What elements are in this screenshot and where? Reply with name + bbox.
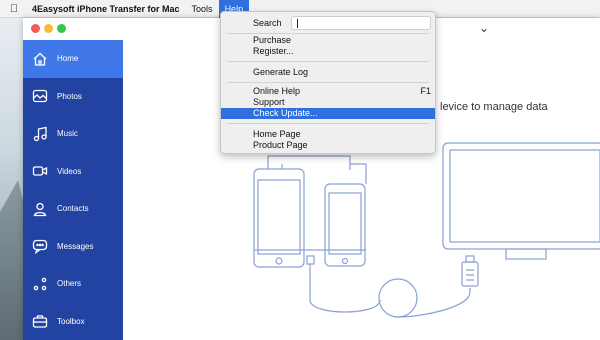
menu-item-product-page[interactable]: Product Page: [221, 140, 435, 151]
sidebar-item-contacts[interactable]: Contacts: [23, 190, 123, 228]
sidebar-item-others[interactable]: Others: [23, 265, 123, 303]
sidebar-item-label: Photos: [57, 91, 82, 101]
sidebar-item-label: Messages: [57, 241, 94, 251]
sidebar-item-photos[interactable]: Photos: [23, 78, 123, 116]
tools-menu[interactable]: Tools: [186, 0, 219, 18]
minimize-window-button[interactable]: [44, 24, 53, 33]
sidebar-item-label: Contacts: [57, 204, 89, 214]
sidebar-item-home[interactable]: Home: [23, 40, 123, 78]
menu-separator: [227, 123, 429, 124]
contacts-icon: [31, 200, 49, 218]
toolbox-icon: [31, 312, 49, 330]
text-caret: [297, 19, 298, 28]
help-search-input[interactable]: [291, 16, 431, 30]
sidebar-item-messages[interactable]: Messages: [23, 228, 123, 266]
sidebar-item-music[interactable]: Music: [23, 115, 123, 153]
home-icon: [31, 50, 49, 68]
sidebar-item-label: Videos: [57, 166, 82, 176]
menu-item-generate-log[interactable]: Generate Log: [221, 67, 435, 78]
close-window-button[interactable]: [31, 24, 40, 33]
menu-item-home-page[interactable]: Home Page: [221, 129, 435, 140]
connect-device-prompt: levice to manage data: [440, 101, 548, 113]
videos-icon: [31, 162, 49, 180]
menu-item-check-update[interactable]: Check Update...: [221, 108, 435, 119]
sidebar-item-label: Toolbox: [57, 316, 85, 326]
sidebar-item-label: Music: [57, 129, 78, 139]
photos-icon: [31, 87, 49, 105]
apple-icon[interactable]: : [4, 3, 24, 15]
menu-separator: [227, 33, 429, 34]
menu-item-online-help[interactable]: Online Help F1: [221, 86, 435, 97]
others-icon: [31, 275, 49, 293]
menu-item-shortcut: F1: [420, 86, 431, 96]
help-search-row: Search: [227, 16, 431, 30]
sidebar-item-videos[interactable]: Videos: [23, 153, 123, 191]
sidebar: Home Photos Music Videos Contacts Messag…: [23, 40, 123, 340]
menu-item-support[interactable]: Support: [221, 97, 435, 108]
device-dropdown-chevron-icon[interactable]: ⌄: [479, 21, 489, 35]
menu-separator: [227, 61, 429, 62]
menu-item-purchase[interactable]: Purchase: [221, 35, 435, 46]
menu-item-label: Online Help: [253, 86, 301, 96]
zoom-window-button[interactable]: [57, 24, 66, 33]
sidebar-item-label: Others: [57, 279, 82, 289]
sidebar-item-toolbox[interactable]: Toolbox: [23, 303, 123, 340]
help-dropdown-menu: Search Purchase Register... Generate Log…: [220, 11, 436, 154]
sidebar-item-label: Home: [57, 54, 79, 64]
messages-icon: [31, 237, 49, 255]
app-menu[interactable]: 4Easysoft iPhone Transfer for Mac: [24, 0, 186, 18]
music-icon: [31, 125, 49, 143]
menu-item-register[interactable]: Register...: [221, 46, 435, 57]
menu-separator: [227, 82, 429, 83]
help-search-label: Search: [253, 18, 282, 28]
